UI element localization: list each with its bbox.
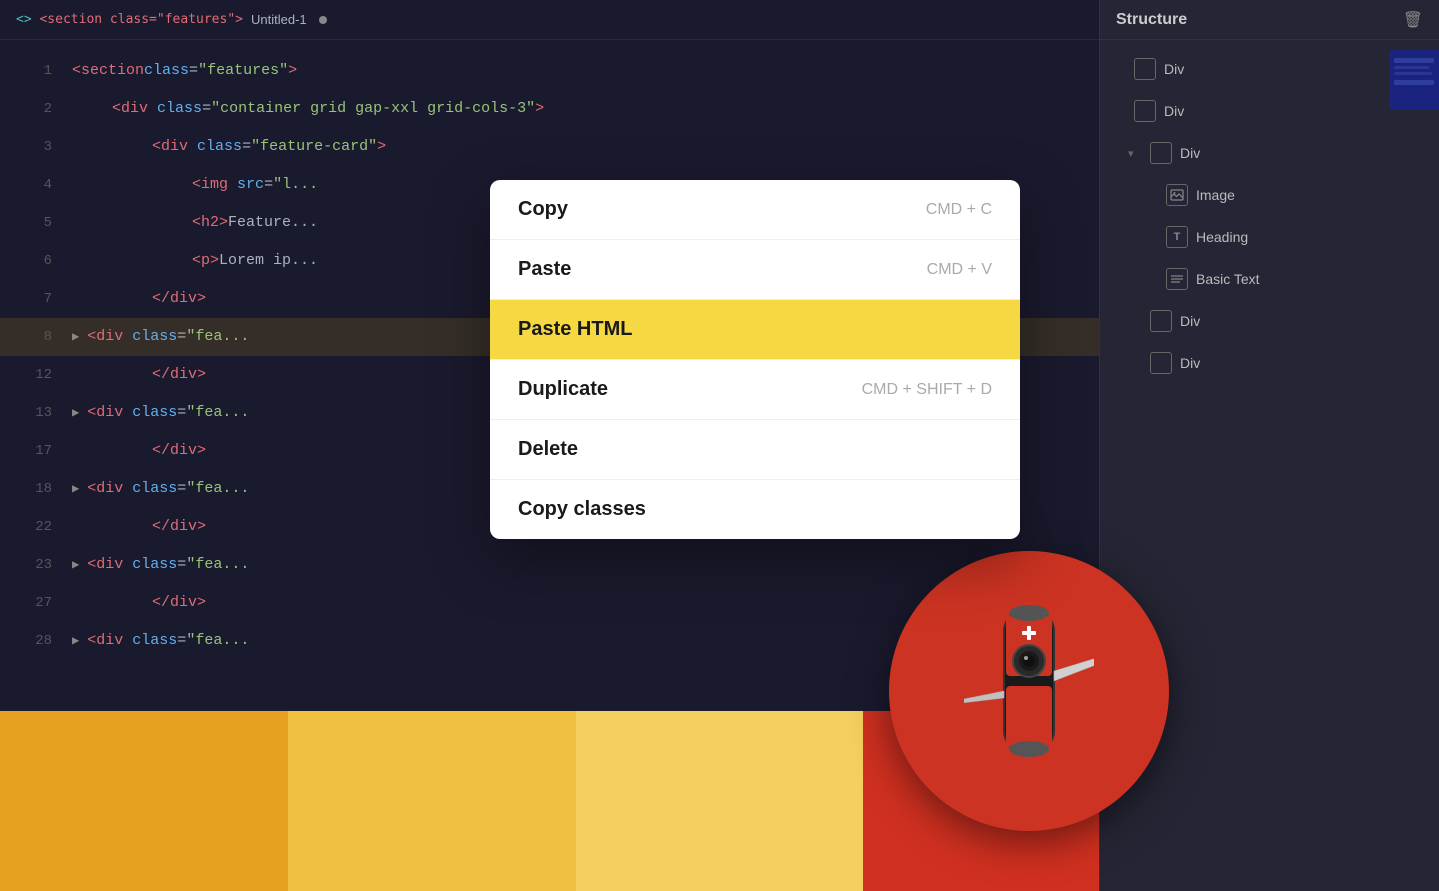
title-filename: Untitled-1 — [251, 12, 307, 27]
div-icon-1 — [1134, 58, 1156, 80]
image-icon — [1166, 184, 1188, 206]
menu-item-paste[interactable]: Paste CMD + V — [490, 240, 1020, 300]
struct-item-image[interactable]: Image — [1100, 174, 1439, 216]
copy-classes-label: Copy classes — [518, 498, 646, 521]
chevron-expanded-icon: ▾ — [1128, 147, 1142, 160]
duplicate-label: Duplicate — [518, 378, 608, 401]
title-tag: <> <section class="features"> — [16, 12, 243, 27]
struct-item-div-3[interactable]: ▾ Div — [1100, 132, 1439, 174]
paste-shortcut: CMD + V — [927, 261, 992, 279]
paste-html-label: Paste HTML — [518, 318, 632, 341]
modified-dot — [319, 16, 327, 24]
struct-label-basic-text: Basic Text — [1196, 271, 1260, 287]
struct-label-4: Div — [1180, 313, 1200, 329]
bar-orange — [0, 711, 288, 891]
duplicate-shortcut: CMD + SHIFT + D — [862, 381, 992, 399]
basic-text-icon — [1166, 268, 1188, 290]
struct-label-5: Div — [1180, 355, 1200, 371]
struct-label-3: Div — [1180, 145, 1200, 161]
menu-item-copy[interactable]: Copy CMD + C — [490, 180, 1020, 240]
div-icon-4 — [1150, 310, 1172, 332]
struct-label-heading: Heading — [1196, 229, 1248, 245]
menu-item-delete[interactable]: Delete — [490, 420, 1020, 480]
panel-header: Structure 🗑 — [1100, 0, 1439, 40]
menu-item-paste-html[interactable]: Paste HTML — [490, 300, 1020, 360]
bar-yellow — [288, 711, 576, 891]
copy-shortcut: CMD + C — [926, 201, 992, 219]
copy-label: Copy — [518, 198, 568, 221]
context-menu: Copy CMD + C Paste CMD + V Paste HTML Du… — [490, 180, 1020, 539]
struct-label-2: Div — [1164, 103, 1184, 119]
paste-label: Paste — [518, 258, 571, 281]
knife-svg — [964, 581, 1094, 801]
screenshot-thumbnail — [1389, 50, 1439, 110]
struct-label: Div — [1164, 61, 1184, 77]
div-icon-5 — [1150, 352, 1172, 374]
struct-label-image: Image — [1196, 187, 1235, 203]
div-icon-3 — [1150, 142, 1172, 164]
div-icon-2 — [1134, 100, 1156, 122]
heading-icon: T — [1166, 226, 1188, 248]
menu-item-duplicate[interactable]: Duplicate CMD + SHIFT + D — [490, 360, 1020, 420]
struct-item-div-4[interactable]: Div — [1100, 300, 1439, 342]
struct-item-div-5[interactable]: Div — [1100, 342, 1439, 384]
bar-lightyellow — [576, 711, 864, 891]
struct-item-heading[interactable]: T Heading — [1100, 216, 1439, 258]
panel-title: Structure — [1116, 11, 1187, 29]
struct-item-basic-text[interactable]: Basic Text — [1100, 258, 1439, 300]
menu-item-copy-classes[interactable]: Copy classes — [490, 480, 1020, 539]
app-logo — [889, 551, 1169, 831]
delete-button[interactable]: 🗑 — [1403, 10, 1423, 30]
delete-label: Delete — [518, 438, 578, 461]
